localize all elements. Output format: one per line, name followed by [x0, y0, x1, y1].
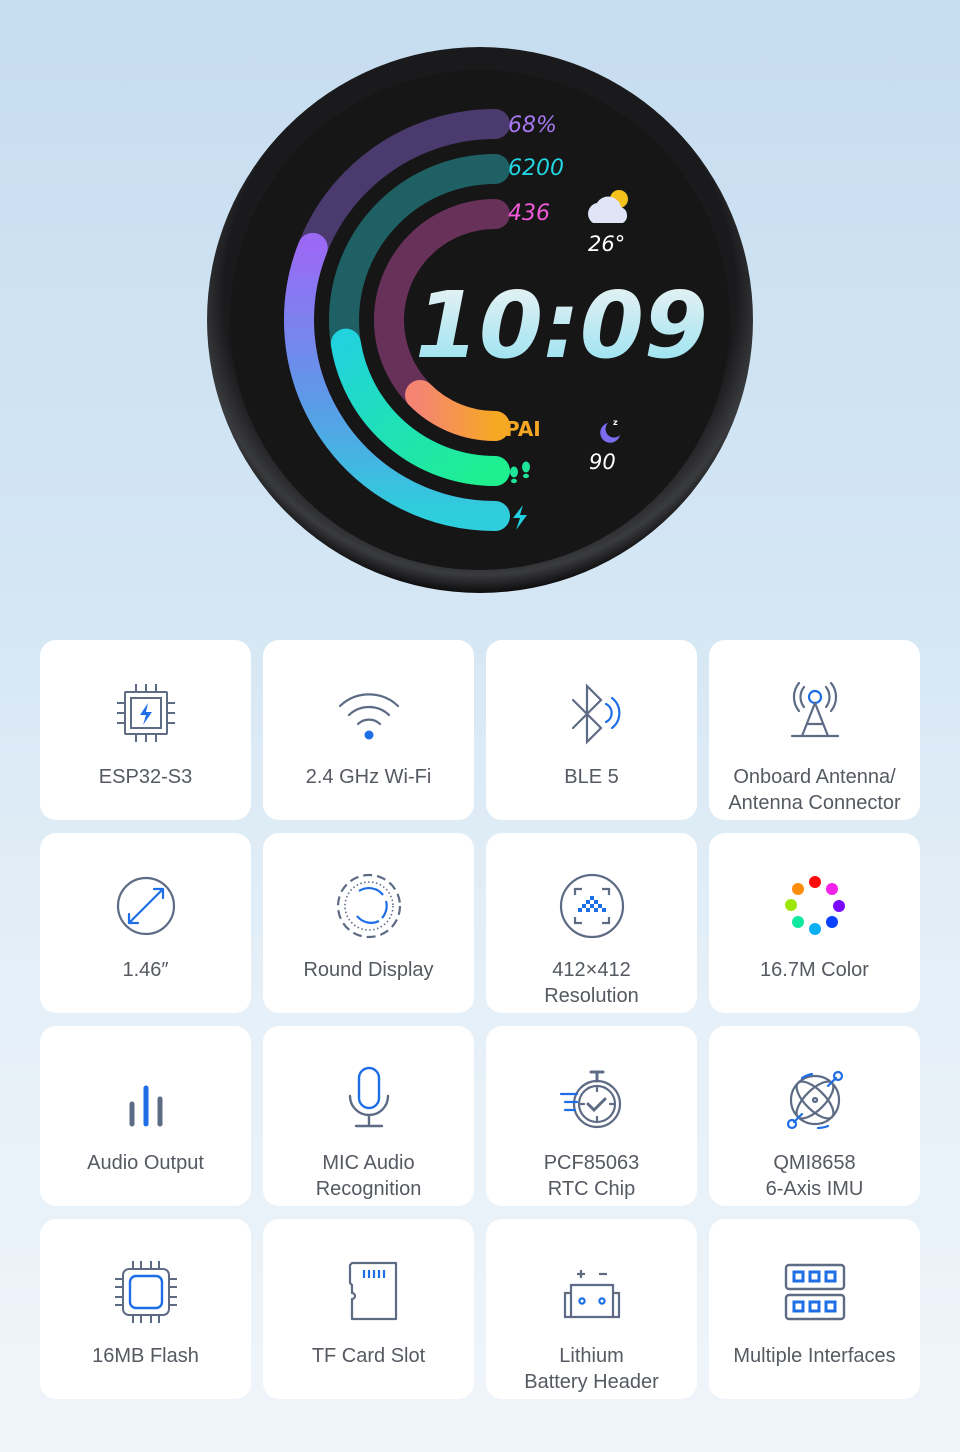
weather-temperature: 26°: [588, 232, 625, 256]
feature-card-wifi: 2.4 GHz Wi-Fi: [263, 640, 474, 820]
feature-label: Onboard Antenna/ Antenna Connector: [728, 766, 901, 814]
feature-label: QMI8658 6-Axis IMU: [765, 1152, 864, 1200]
feature-card-display-size: 1.46″: [40, 833, 251, 1013]
feature-card-sd-card: TF Card Slot: [263, 1219, 474, 1399]
feature-label: MIC Audio Recognition: [315, 1152, 422, 1200]
watch-face: 68% 6200 436 26° 10:09 PAI z 90: [207, 47, 753, 593]
feature-card-gyroscope: QMI8658 6-Axis IMU: [709, 1026, 920, 1206]
color-palette-icon: [780, 871, 850, 941]
round-display-icon: [334, 871, 404, 941]
feature-card-antenna: Onboard Antenna/ Antenna Connector: [709, 640, 920, 820]
antenna-icon: [780, 678, 850, 748]
feature-label: Round Display: [303, 959, 434, 981]
resolution-icon: [557, 871, 627, 941]
sd-card-icon: [334, 1257, 404, 1327]
display-size-icon: [111, 871, 181, 941]
feature-label: 16MB Flash: [92, 1345, 199, 1367]
battery-header-icon: [557, 1257, 627, 1327]
feature-label: Lithium Battery Header: [524, 1345, 659, 1393]
feature-card-round-display: Round Display: [263, 833, 474, 1013]
sleep-score: 90: [589, 450, 616, 474]
ring-value-calories: 436: [508, 201, 550, 226]
feature-card-chip-lightning: ESP32-S3: [40, 640, 251, 820]
feature-label: 2.4 GHz Wi-Fi: [305, 766, 432, 788]
ring-value-steps: 6200: [508, 156, 564, 181]
feature-label: 1.46″: [122, 959, 169, 981]
chip-lightning-icon: [111, 678, 181, 748]
feature-label: Multiple Interfaces: [733, 1345, 896, 1367]
audio-bars-icon: [111, 1064, 181, 1134]
feature-card-resolution: 412×412 Resolution: [486, 833, 697, 1013]
stopwatch-icon: [557, 1064, 627, 1134]
flash-chip-icon: [111, 1257, 181, 1327]
interfaces-icon: [780, 1257, 850, 1327]
bluetooth-icon: [557, 678, 627, 748]
feature-card-audio-bars: Audio Output: [40, 1026, 251, 1206]
feature-label: PCF85063 RTC Chip: [543, 1152, 640, 1200]
feature-card-bluetooth: BLE 5: [486, 640, 697, 820]
svg-text:z: z: [613, 418, 618, 427]
feature-label: BLE 5: [564, 766, 619, 788]
feature-label: Audio Output: [87, 1152, 204, 1174]
gyroscope-icon: [780, 1064, 850, 1134]
wifi-icon: [334, 678, 404, 748]
feature-card-stopwatch: PCF85063 RTC Chip: [486, 1026, 697, 1206]
feature-card-interfaces: Multiple Interfaces: [709, 1219, 920, 1399]
feature-card-flash-chip: 16MB Flash: [40, 1219, 251, 1399]
ring-value-battery: 68%: [508, 113, 557, 138]
microphone-icon: [334, 1064, 404, 1134]
feature-grid: ESP32-S3 2.4 GHz Wi-Fi BLE 5 Onboard Ant…: [40, 640, 920, 1399]
feature-card-color-palette: 16.7M Color: [709, 833, 920, 1013]
feature-label: 16.7M Color: [760, 959, 869, 981]
pai-label: PAI: [505, 417, 541, 441]
feature-label: 412×412 Resolution: [544, 959, 639, 1007]
feature-card-microphone: MIC Audio Recognition: [263, 1026, 474, 1206]
feature-label: TF Card Slot: [311, 1345, 426, 1367]
clock-time: 10:09: [415, 272, 708, 379]
feature-label: ESP32-S3: [98, 766, 193, 788]
feature-card-battery-header: Lithium Battery Header: [486, 1219, 697, 1399]
smartwatch-display: 68% 6200 436 26° 10:09 PAI z 90: [205, 45, 755, 595]
